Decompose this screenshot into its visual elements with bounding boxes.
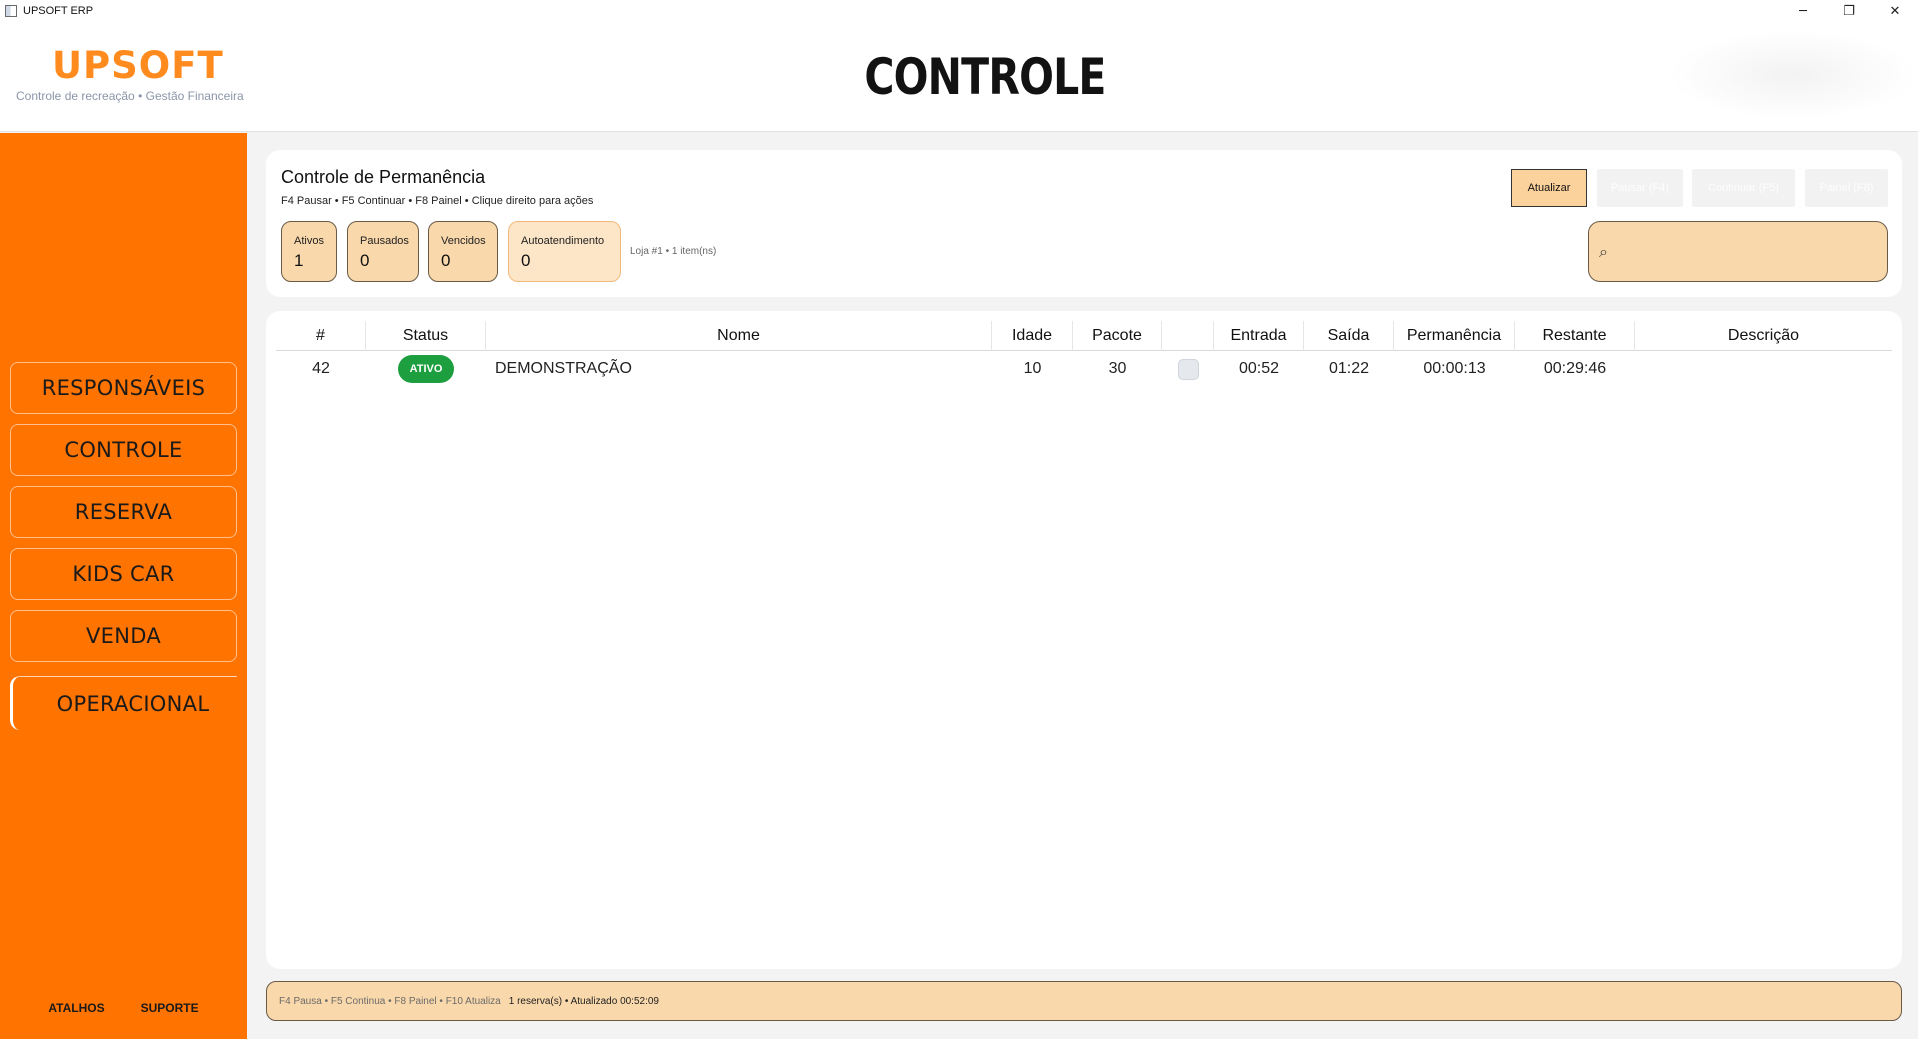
panel-title: Controle de Permanência bbox=[281, 167, 486, 187]
cell-stay: 00:00:13 bbox=[1423, 360, 1486, 377]
stat-label: Vencidos bbox=[441, 235, 486, 247]
sidebar-item-reserva[interactable]: RESERVA bbox=[10, 486, 237, 538]
control-panel-card: Controle de Permanência F4 Pausar • F5 C… bbox=[266, 150, 1902, 297]
stat-autoatendimento[interactable]: Autoatendimento 0 bbox=[508, 221, 621, 282]
stat-value: 1 bbox=[294, 251, 304, 270]
column-header-description[interactable]: Descrição bbox=[1635, 321, 1892, 351]
window-controls: ─ ❐ ✕ bbox=[1780, 0, 1918, 22]
header-decoration bbox=[1668, 30, 1918, 120]
cell-status: ATIVO bbox=[366, 352, 486, 386]
sidebar-footer-links: ATALHOS SUPORTE bbox=[0, 1001, 247, 1015]
refresh-button[interactable]: Atualizar bbox=[1511, 169, 1587, 207]
table-header: # Status Nome Idade Pacote Entrada Saída… bbox=[276, 321, 1892, 351]
window-title: UPSOFT ERP bbox=[23, 5, 94, 17]
stat-label: Ativos bbox=[294, 235, 324, 247]
status-bar: F4 Pausa • F5 Continua • F8 Painel • F10… bbox=[266, 981, 1902, 1021]
close-icon[interactable]: ✕ bbox=[1872, 0, 1918, 22]
stat-vencidos[interactable]: Vencidos 0 bbox=[428, 221, 498, 282]
sidebar-item-kids-car[interactable]: KIDS CAR bbox=[10, 548, 237, 600]
row-checkbox[interactable] bbox=[1177, 358, 1199, 380]
stat-value: 0 bbox=[521, 251, 531, 270]
sidebar-item-controle[interactable]: CONTROLE bbox=[10, 424, 237, 476]
continue-button[interactable]: Continuar (F5) bbox=[1692, 169, 1795, 207]
column-header-package[interactable]: Pacote bbox=[1073, 321, 1162, 351]
column-header-check[interactable] bbox=[1162, 321, 1214, 351]
stat-label: Pausados bbox=[360, 235, 409, 247]
sidebar-item-operacional[interactable]: OPERACIONAL bbox=[10, 676, 237, 730]
column-header-id[interactable]: # bbox=[276, 321, 366, 351]
app-icon bbox=[5, 5, 17, 17]
stat-ativos[interactable]: Ativos 1 bbox=[281, 221, 337, 282]
panel-button[interactable]: Painel (F8) bbox=[1805, 169, 1888, 207]
stat-label: Autoatendimento bbox=[521, 235, 605, 247]
restore-icon[interactable]: ❐ bbox=[1826, 0, 1872, 22]
sidebar: RESPONSÁVEIS CONTROLE RESERVA KIDS CAR V… bbox=[0, 133, 247, 1039]
shortcuts-link[interactable]: ATALHOS bbox=[48, 1001, 104, 1015]
column-header-age[interactable]: Idade bbox=[992, 321, 1073, 351]
status-info: 1 reserva(s) • Atualizado 00:52:09 bbox=[508, 995, 659, 1007]
minimize-icon[interactable]: ─ bbox=[1780, 0, 1826, 22]
cell-description bbox=[1635, 352, 1892, 386]
column-header-remaining[interactable]: Restante bbox=[1515, 321, 1635, 351]
status-shortcuts: F4 Pausa • F5 Continua • F8 Painel • F10… bbox=[279, 995, 501, 1007]
cell-remaining: 00:29:46 bbox=[1543, 360, 1607, 377]
column-header-entry[interactable]: Entrada bbox=[1214, 321, 1304, 351]
column-header-status[interactable]: Status bbox=[366, 321, 486, 351]
stat-value: 0 bbox=[441, 251, 451, 270]
page-title: CONTROLE bbox=[864, 48, 1106, 106]
column-header-name[interactable]: Nome bbox=[486, 321, 992, 351]
support-link[interactable]: SUPORTE bbox=[141, 1001, 199, 1015]
store-info: Loja #1 • 1 item(ns) bbox=[630, 246, 717, 257]
cell-check bbox=[1162, 352, 1214, 386]
app-header: UPSOFT Controle de recreação • Gestão Fi… bbox=[0, 22, 1918, 132]
sidebar-item-responsaveis[interactable]: RESPONSÁVEIS bbox=[10, 362, 237, 414]
pause-button[interactable]: Pausar (F4) bbox=[1597, 169, 1683, 207]
stat-pausados[interactable]: Pausados 0 bbox=[347, 221, 419, 282]
permanence-table: # Status Nome Idade Pacote Entrada Saída… bbox=[266, 311, 1902, 969]
search-icon: ⌕ bbox=[1599, 242, 1608, 261]
column-header-stay[interactable]: Permanência bbox=[1394, 321, 1515, 351]
panel-shortcuts-hint: F4 Pausar • F5 Continuar • F8 Painel • C… bbox=[281, 195, 594, 207]
table-row[interactable]: 42 ATIVO DEMONSTRAÇÃO 10 30 00:52 01:22 … bbox=[276, 352, 1892, 386]
cell-exit: 01:22 bbox=[1328, 360, 1370, 377]
cell-entry: 00:52 bbox=[1238, 360, 1280, 377]
sidebar-item-venda[interactable]: VENDA bbox=[10, 610, 237, 662]
window-titlebar: UPSOFT ERP ─ ❐ ✕ bbox=[0, 0, 1918, 22]
column-header-exit[interactable]: Saída bbox=[1304, 321, 1394, 351]
search-input[interactable]: ⌕ bbox=[1588, 221, 1888, 282]
cell-package: 30 bbox=[1108, 360, 1127, 377]
cell-name: DEMONSTRAÇÃO bbox=[495, 360, 632, 377]
status-badge: ATIVO bbox=[397, 355, 455, 383]
cell-id: 42 bbox=[312, 360, 330, 377]
stat-value: 0 bbox=[360, 251, 370, 270]
cell-age: 10 bbox=[1023, 360, 1042, 377]
